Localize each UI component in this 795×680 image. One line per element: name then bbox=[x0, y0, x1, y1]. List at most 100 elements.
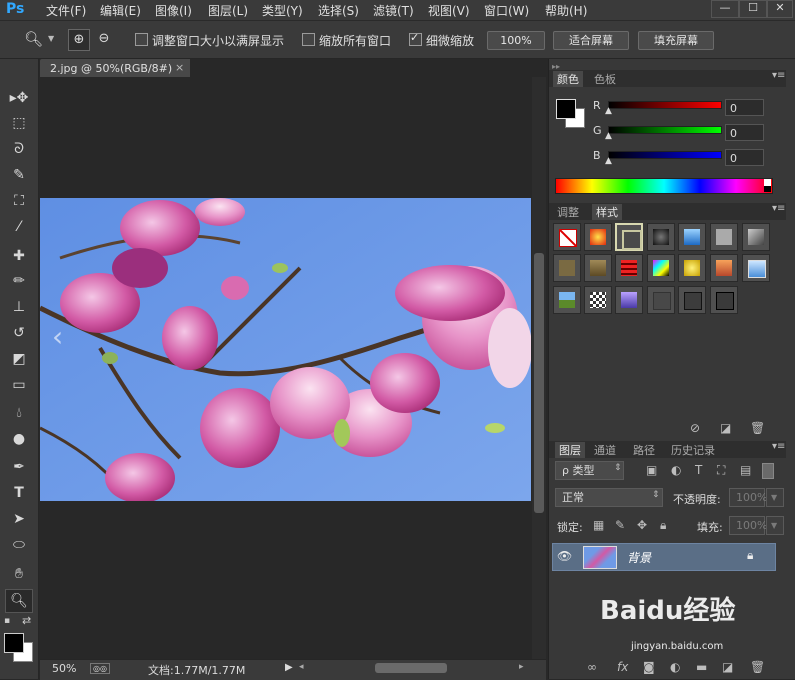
add-mask-icon[interactable]: ◙ bbox=[643, 660, 655, 674]
status-menu-arrow-icon[interactable]: ▶ bbox=[285, 662, 293, 673]
blend-mode-chevron-icon[interactable]: ⇕ bbox=[652, 490, 660, 500]
channel-g-slider[interactable] bbox=[608, 126, 722, 134]
menu-layer[interactable]: 图层(L) bbox=[208, 2, 248, 19]
vertical-scroll-thumb[interactable] bbox=[534, 253, 544, 513]
marquee-tool-icon[interactable]: ⬚ bbox=[6, 112, 32, 134]
scroll-left-icon[interactable]: ◂ bbox=[299, 662, 304, 672]
horizontal-scroll-thumb[interactable] bbox=[375, 663, 447, 673]
new-style-icon[interactable]: ◪ bbox=[720, 421, 731, 435]
swap-colors-icon[interactable]: ⇄ bbox=[22, 614, 31, 627]
tab-history[interactable]: 历史记录 bbox=[671, 442, 715, 458]
delete-style-icon[interactable]: 🗑︎ bbox=[750, 421, 765, 435]
style-sunset[interactable] bbox=[710, 254, 738, 282]
blur-tool-icon[interactable]: 💧︎ bbox=[6, 402, 32, 424]
menu-edit[interactable]: 编辑(E) bbox=[100, 2, 141, 19]
style-none[interactable] bbox=[553, 223, 581, 251]
menu-window[interactable]: 窗口(W) bbox=[484, 2, 529, 19]
style-gold[interactable] bbox=[678, 254, 706, 282]
zoom-out-icon[interactable]: ⊖ bbox=[94, 29, 114, 49]
foreground-color-swatch[interactable] bbox=[4, 633, 24, 653]
minimize-button[interactable]: — bbox=[711, 0, 739, 18]
style-fire[interactable] bbox=[584, 223, 612, 251]
opacity-dropdown-icon[interactable]: ▼ bbox=[766, 488, 784, 507]
lock-transparent-icon[interactable]: ▦ bbox=[593, 518, 604, 532]
layer-visibility-eye-icon[interactable]: 👁︎ bbox=[557, 549, 572, 563]
style-chrome[interactable] bbox=[647, 223, 675, 251]
lasso-tool-icon[interactable]: ᘐ bbox=[6, 138, 32, 160]
menu-filter[interactable]: 滤镜(T) bbox=[373, 2, 414, 19]
style-black-outline[interactable] bbox=[710, 286, 738, 314]
style-grey[interactable] bbox=[710, 223, 738, 251]
style-rainbow[interactable] bbox=[647, 254, 675, 282]
menu-select[interactable]: 选择(S) bbox=[318, 2, 359, 19]
menu-type[interactable]: 类型(Y) bbox=[262, 2, 303, 19]
menu-view[interactable]: 视图(V) bbox=[428, 2, 470, 19]
photo-canvas[interactable]: ‹ bbox=[40, 198, 531, 501]
channel-b-value[interactable]: 0 bbox=[725, 149, 764, 166]
history-brush-tool-icon[interactable]: ↺ bbox=[6, 322, 32, 344]
layer-style-icon[interactable]: fx bbox=[617, 660, 628, 674]
menu-file[interactable]: 文件(F) bbox=[46, 2, 86, 19]
layer-name[interactable]: 背景 bbox=[627, 549, 651, 566]
filter-type-icon[interactable]: T bbox=[695, 463, 702, 477]
filter-shape-icon[interactable]: ⛶ bbox=[717, 463, 725, 478]
channel-b-slider[interactable] bbox=[608, 151, 722, 159]
gradient-tool-icon[interactable]: ▭ bbox=[6, 374, 32, 396]
filter-smart-object-icon[interactable]: ▤ bbox=[740, 463, 751, 477]
layer-thumbnail[interactable] bbox=[583, 546, 617, 569]
filter-pixel-icon[interactable]: ▣ bbox=[646, 463, 657, 477]
delete-layer-icon[interactable]: 🗑︎ bbox=[750, 660, 765, 674]
chevron-down-icon[interactable]: ▼ bbox=[48, 34, 54, 43]
quick-select-tool-icon[interactable]: ✎ bbox=[6, 164, 32, 186]
style-checker[interactable] bbox=[584, 286, 612, 314]
style-dark[interactable] bbox=[647, 286, 675, 314]
eraser-tool-icon[interactable]: ◩ bbox=[6, 348, 32, 370]
menu-image[interactable]: 图像(I) bbox=[155, 2, 192, 19]
tab-color[interactable]: 颜色 bbox=[553, 71, 583, 87]
close-tab-icon[interactable]: × bbox=[175, 61, 184, 74]
move-tool-icon[interactable]: ▸✥ bbox=[6, 87, 32, 109]
maximize-button[interactable]: ☐ bbox=[739, 0, 767, 18]
tab-swatches[interactable]: 色板 bbox=[594, 71, 616, 87]
fill-value[interactable]: 100% bbox=[729, 516, 767, 535]
lock-image-icon[interactable]: ✎ bbox=[615, 518, 625, 532]
style-sky[interactable] bbox=[742, 254, 770, 282]
scroll-right-icon[interactable]: ▸ bbox=[519, 662, 524, 672]
resize-windows-checkbox[interactable] bbox=[135, 33, 148, 46]
fill-screen-button[interactable]: 填充屏幕 bbox=[638, 31, 714, 50]
new-adjustment-layer-icon[interactable]: ◐ bbox=[670, 660, 680, 674]
tab-channels[interactable]: 通道 bbox=[594, 442, 616, 458]
dodge-tool-icon[interactable]: ● bbox=[6, 428, 32, 450]
zoom-in-icon[interactable]: ⊕ bbox=[68, 29, 90, 51]
fill-dropdown-icon[interactable]: ▼ bbox=[766, 516, 784, 535]
styles-panel-menu-icon[interactable]: ▾≡ bbox=[772, 203, 785, 214]
link-layers-icon[interactable]: ∞ bbox=[587, 660, 597, 674]
zoom-tool-preset-icon[interactable]: 🔍︎ bbox=[24, 30, 43, 48]
fit-screen-button[interactable]: 适合屏幕 bbox=[553, 31, 629, 50]
filter-adjustment-icon[interactable]: ◐ bbox=[671, 463, 681, 477]
default-colors-icon[interactable]: ▪ bbox=[4, 616, 10, 626]
tab-layers[interactable]: 图层 bbox=[555, 442, 585, 458]
filter-chevron-icon[interactable]: ⇕ bbox=[614, 463, 622, 473]
brush-tool-icon[interactable]: ✏ bbox=[6, 270, 32, 292]
type-tool-icon[interactable]: T bbox=[6, 482, 32, 504]
path-select-tool-icon[interactable]: ➤ bbox=[6, 508, 32, 530]
color-foreground-swatch[interactable] bbox=[556, 99, 576, 119]
crop-tool-icon[interactable]: ⛶ bbox=[6, 190, 32, 212]
style-outline-selected[interactable] bbox=[615, 223, 643, 251]
panel-menu-icon[interactable]: ▾≡ bbox=[772, 70, 785, 81]
style-grey-bevel[interactable] bbox=[742, 223, 770, 251]
style-water[interactable] bbox=[678, 223, 706, 251]
channel-r-slider[interactable] bbox=[608, 101, 722, 109]
tab-adjustments[interactable]: 调整 bbox=[557, 204, 579, 220]
new-layer-icon[interactable]: ◪ bbox=[722, 660, 733, 674]
opacity-value[interactable]: 100% bbox=[729, 488, 767, 507]
tab-paths[interactable]: 路径 bbox=[633, 442, 655, 458]
style-purple-glow[interactable] bbox=[615, 286, 643, 314]
style-dark-outline[interactable] bbox=[678, 286, 706, 314]
zoom-100-button[interactable]: 100% bbox=[487, 31, 545, 50]
channel-g-value[interactable]: 0 bbox=[725, 124, 764, 141]
lock-all-icon[interactable]: 🔒︎ bbox=[660, 518, 666, 533]
zoom-level-field[interactable]: 50% bbox=[52, 662, 76, 675]
style-landscape[interactable] bbox=[553, 286, 581, 314]
